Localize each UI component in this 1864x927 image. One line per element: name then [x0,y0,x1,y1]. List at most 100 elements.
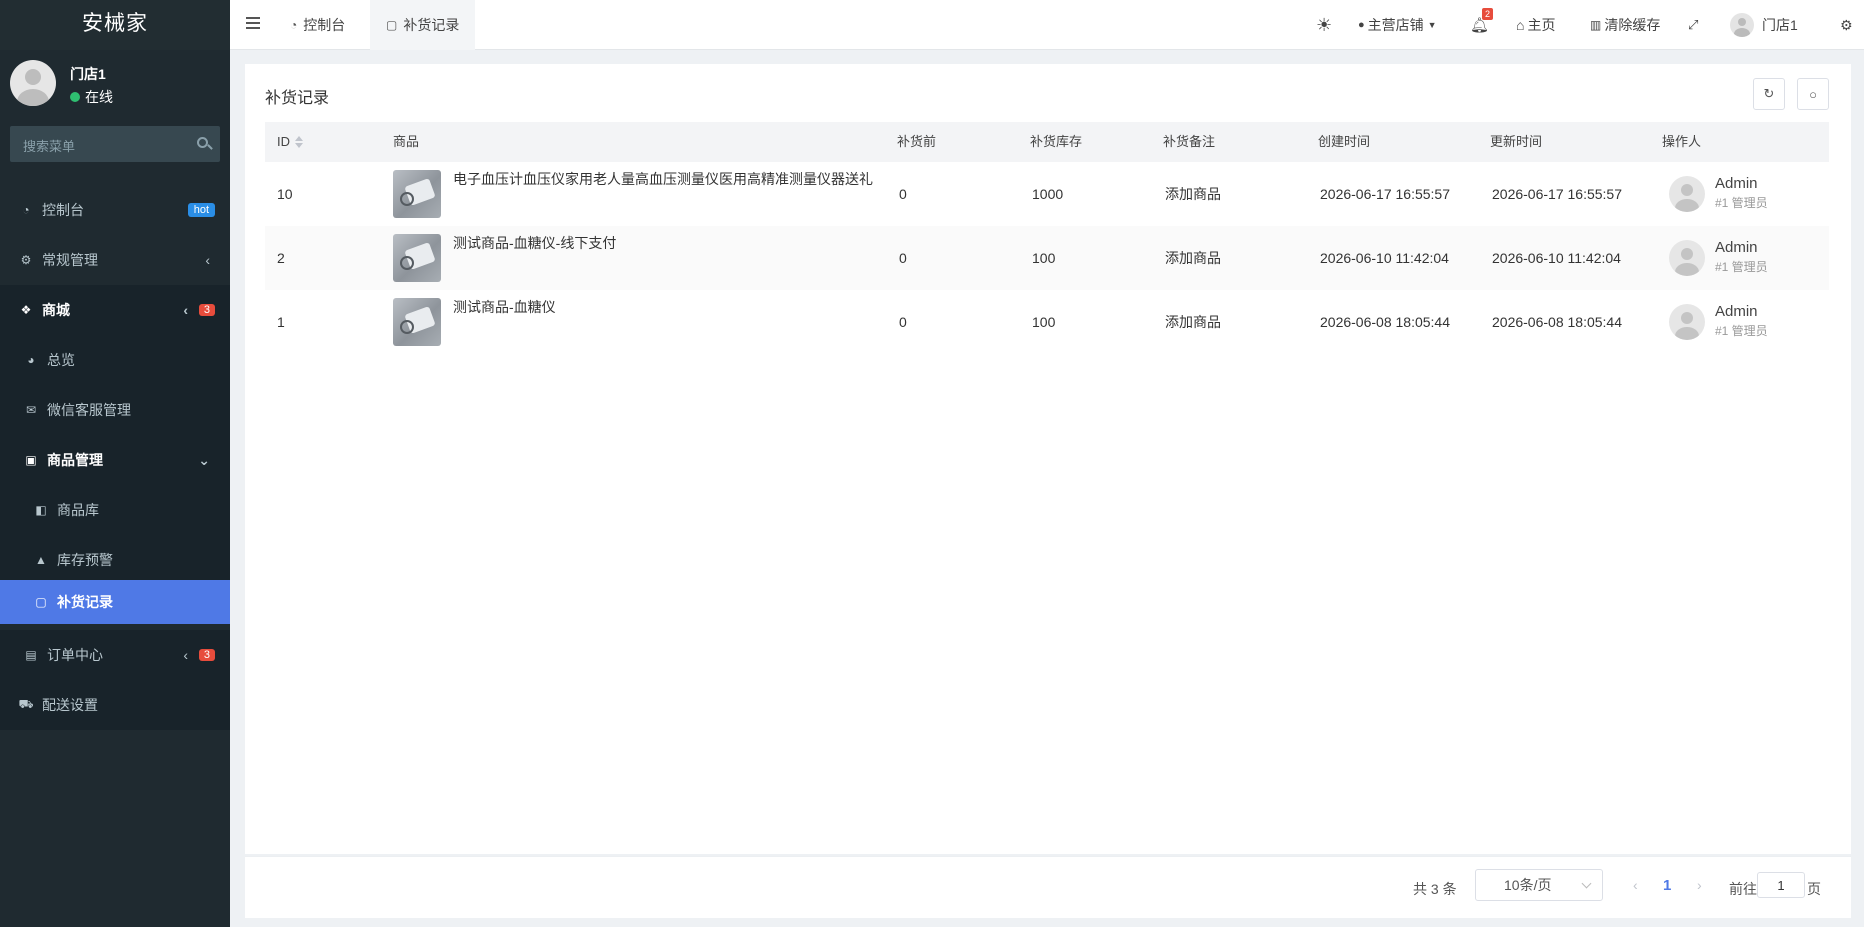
sidebar-item-label: 总览 [47,352,75,368]
warning-icon: ▲ [35,553,47,567]
store-selector[interactable]: ● 主营店铺 ▼ [1358,0,1437,50]
operator-name: Admin [1715,303,1758,320]
fullscreen-icon[interactable]: ⤢ [1688,17,1698,33]
sidebar-item-product-library[interactable]: ◧ 商品库 [0,485,230,535]
avatar [1669,176,1705,212]
map-marker-icon: ● [1358,19,1365,31]
table-row[interactable]: 10 电子血压计血压仪家用老人量高血压测量仪医用高精准测量仪器送礼 0 1000… [265,162,1829,226]
avatar [10,60,56,106]
column-header-updated: 更新时间 [1490,134,1543,149]
goto-page-input[interactable] [1757,872,1805,898]
sidebar-item-wechat-service[interactable]: ✉ 微信客服管理 [0,385,230,435]
sidebar-item-mall[interactable]: ❖ 商城 ‹ 3 [0,285,230,335]
user-menu[interactable]: 门店1 [1730,0,1798,50]
operator-role: #1 管理员 [1715,260,1768,274]
sidebar-item-general[interactable]: ⚙ 常规管理 ‹ [0,235,230,285]
cell-updated: 2026-06-10 11:42:04 [1492,250,1621,266]
search-icon: ○ [1809,86,1817,102]
online-dot-icon [70,92,80,102]
sidebar-item-label: 控制台 [42,202,84,218]
table-row[interactable]: 2 测试商品-血糖仪-线下支付 0 100 添加商品 2026-06-10 11… [265,226,1829,290]
sidebar-item-orders[interactable]: ▤ 订单中心 ‹ 3 [0,630,230,680]
sticky-note-icon: ▢ [35,595,47,609]
user-menu-name: 门店1 [1762,17,1798,33]
home-icon: ⌂ [1516,17,1525,33]
table-header: ID 商品 补货前 补货库存 补货备注 创建时间 更新时间 操作人 [265,122,1829,162]
cell-note: 添加商品 [1165,186,1221,202]
page-number-current[interactable]: 1 [1663,877,1671,894]
product-name: 测试商品-血糖仪-线下支付 [453,235,617,251]
chevron-down-icon [1581,878,1592,889]
fullscreen-button[interactable]: ⤢ [1688,0,1698,50]
tab-restock-records[interactable]: ▢ 补货记录 [370,0,476,50]
sidebar-item-dashboard[interactable]: ◔ 控制台 hot [0,185,230,235]
shopping-bag-icon: ◧ [35,503,47,517]
column-header-label: ID [277,134,290,149]
column-header-id[interactable]: ID [277,122,303,162]
cell-id: 10 [277,186,293,202]
tab-dashboard[interactable]: ◔ 控制台 [274,0,361,50]
next-page-button[interactable]: › [1697,877,1702,893]
page-size-select[interactable]: 10条/页 [1475,869,1603,901]
cogs-icon: ⚙ [20,253,32,267]
cogs-icon[interactable]: ⚙ [1840,17,1853,34]
tab-label: 控制台 [303,17,346,33]
sidebar-item-label: 补货记录 [57,594,113,610]
cell-restock: 1000 [1032,186,1064,202]
sidebar-item-label: 配送设置 [42,697,98,713]
sort-icon[interactable] [295,135,303,148]
avatar [1669,240,1705,276]
theme-toggle[interactable]: ☀ [1316,0,1332,50]
refresh-icon: ↻ [1763,86,1775,101]
user-status: 在线 [70,87,113,107]
trash-icon: ▥ [1590,18,1602,32]
car-icon: ⛟ [18,697,34,711]
sidebar-item-product-management[interactable]: ▣ 商品管理 ⌄ [0,435,230,485]
cell-created: 2026-06-17 16:55:57 [1320,186,1450,202]
sidebar-item-overview[interactable]: ◕ 总览 [0,335,230,385]
prev-page-button[interactable]: ‹ [1633,877,1638,893]
home-link[interactable]: ⌂ 主页 [1516,0,1555,50]
column-header-product: 商品 [393,134,420,149]
chevron-left-icon: ‹ [205,252,210,268]
sidebar-item-label: 库存预警 [57,552,113,568]
product-thumbnail[interactable] [393,170,441,218]
search-button[interactable]: ○ [1797,78,1829,110]
clear-cache-label: 清除缓存 [1604,17,1661,33]
pagination-bar: 共 3 条 10条/页 ‹ 1 › 前往 页 [245,856,1851,918]
operator-name: Admin [1715,175,1758,192]
cell-restock: 100 [1032,314,1056,330]
cell-id: 2 [277,250,285,266]
product-thumbnail[interactable] [393,234,441,282]
pagination-total: 共 3 条 [1413,881,1457,897]
cell-note: 添加商品 [1165,250,1221,266]
menu-toggle-icon[interactable] [246,17,260,29]
sidebar-item-delivery[interactable]: ⛟ 配送设置 [0,680,230,730]
settings-button[interactable]: ⚙ [1840,0,1853,50]
sun-icon[interactable]: ☀ [1316,15,1332,36]
sticky-note-icon: ▢ [386,18,398,32]
pie-chart-icon: ◕ [27,353,35,367]
dashboard-icon: ◔ [22,203,30,217]
cell-note: 添加商品 [1165,314,1221,330]
sidebar-item-label: 商城 [42,302,70,318]
menu-search-input[interactable]: 搜索菜单 [10,126,220,162]
product-thumbnail[interactable] [393,298,441,346]
chevron-left-icon: ‹ [183,647,188,663]
sidebar-item-stock-alert[interactable]: ▲ 库存预警 [0,535,230,585]
table-row[interactable]: 1 测试商品-血糖仪 0 100 添加商品 2026-06-08 18:05:4… [265,290,1829,354]
search-icon[interactable] [197,137,208,148]
count-badge: 3 [198,649,215,661]
notifications[interactable]: 🔔︎ 2 [1470,0,1494,50]
refresh-button[interactable]: ↻ [1753,78,1785,110]
brand-logo[interactable]: 安械家 [0,0,230,50]
sidebar-item-restock-records[interactable]: ▢ 补货记录 [0,580,230,624]
sidebar-item-label: 微信客服管理 [47,402,131,418]
clear-cache-button[interactable]: ▥ 清除缓存 [1590,0,1660,50]
tab-label: 补货记录 [403,17,460,33]
page-title: 补货记录 [265,90,330,107]
dashboard-icon: ◔ [290,18,298,32]
page-size-value: 10条/页 [1504,877,1552,893]
operator-name: Admin [1715,239,1758,256]
content-panel: 补货记录 ↻ ○ ID 商品 补货前 补货库存 补货备注 创建时间 更新时间 操… [245,64,1851,854]
